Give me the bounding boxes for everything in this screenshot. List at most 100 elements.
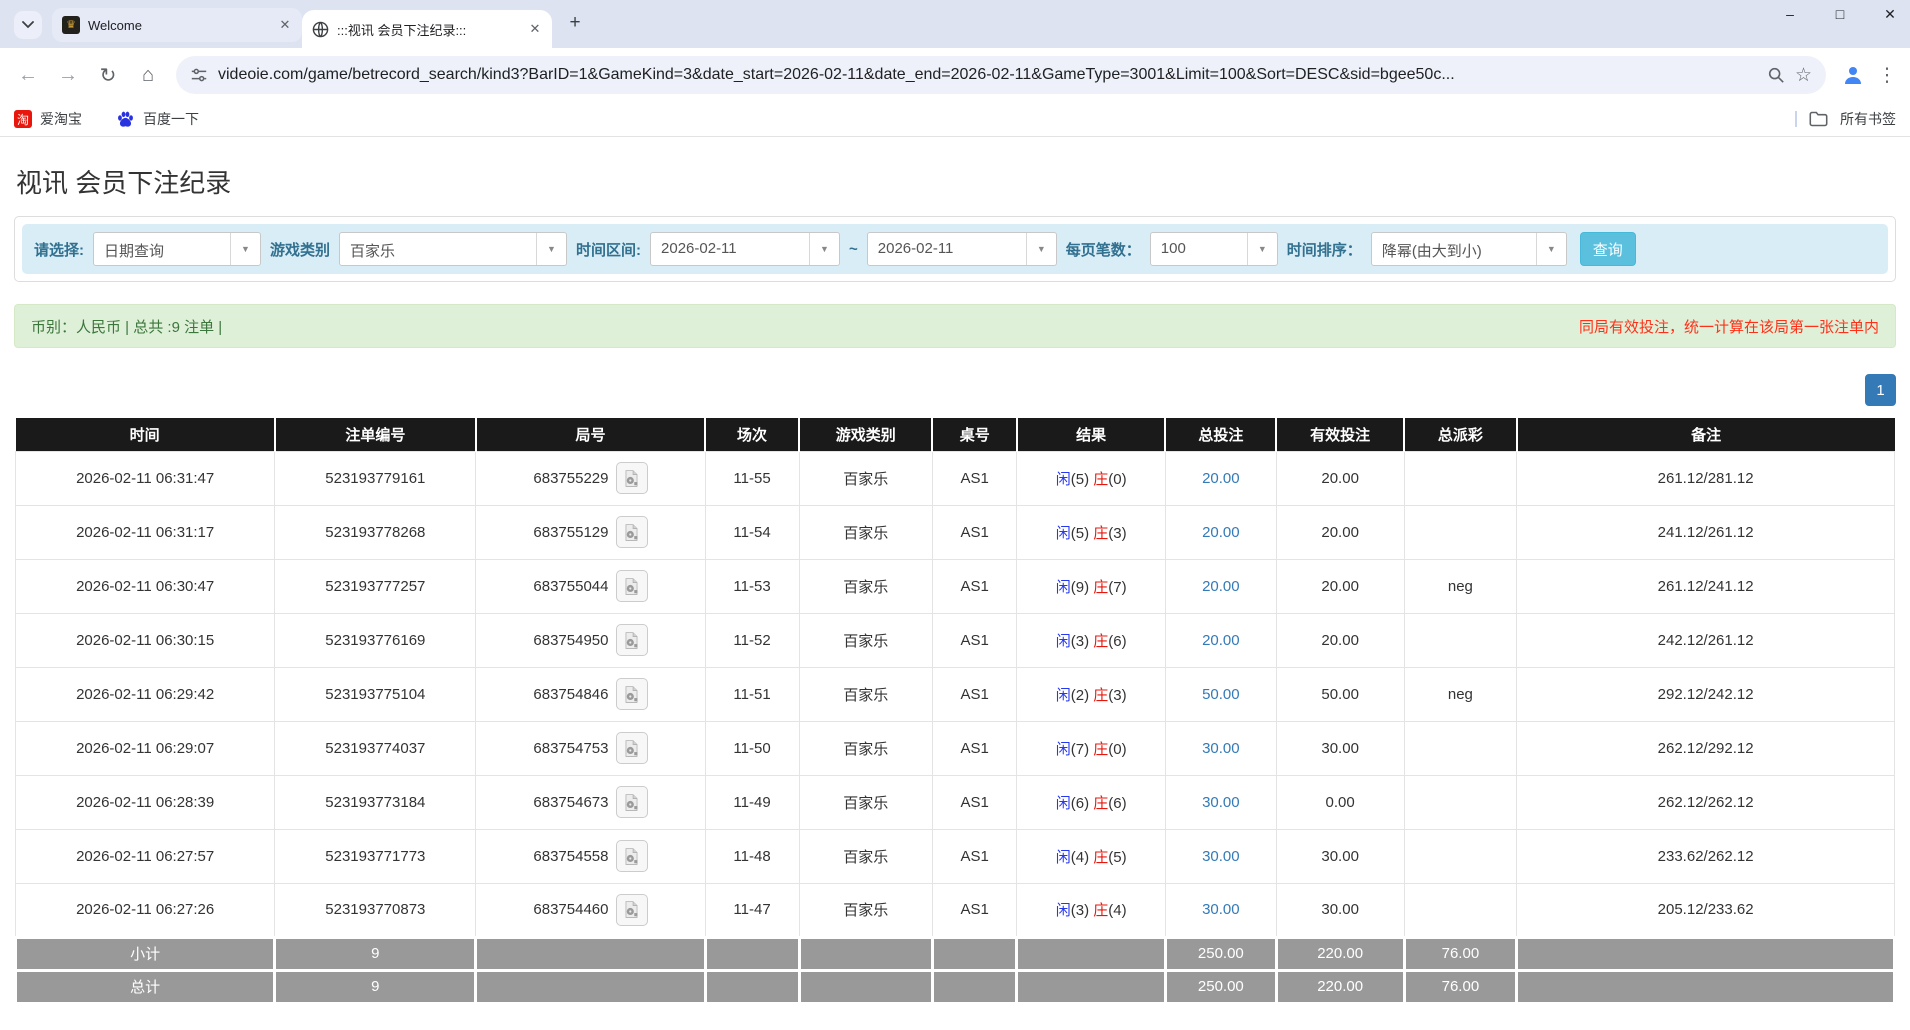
video-replay-button[interactable]	[616, 732, 648, 764]
video-replay-button[interactable]	[616, 570, 648, 602]
total-bet-link[interactable]: 50.00	[1202, 686, 1240, 703]
profile-avatar[interactable]	[1836, 58, 1870, 92]
sort-order-select[interactable]: 降幂(由大到小) ▼	[1371, 232, 1567, 266]
video-replay-button[interactable]	[616, 786, 648, 818]
minimize-button[interactable]: –	[1780, 6, 1800, 23]
total-bet-link[interactable]: 20.00	[1202, 524, 1240, 541]
total-bet-link[interactable]: 30.00	[1202, 901, 1240, 918]
zoom-icon[interactable]	[1767, 66, 1785, 84]
maximize-button[interactable]: □	[1830, 6, 1850, 23]
cell-valid-bet: 20.00	[1276, 505, 1404, 559]
address-bar[interactable]: videoie.com/game/betrecord_search/kind3?…	[176, 56, 1826, 94]
total-bet-link[interactable]: 20.00	[1202, 470, 1240, 487]
sum-total-bet: 250.00	[1165, 937, 1276, 970]
sum-valid-bet: 220.00	[1276, 937, 1404, 970]
round-number: 683754753	[533, 740, 608, 757]
close-window-button[interactable]: ✕	[1880, 6, 1900, 23]
home-button[interactable]: ⌂	[130, 57, 166, 93]
game-category-value: 百家乐	[340, 233, 536, 265]
round-number: 683754950	[533, 632, 608, 649]
date-end-select[interactable]: 2026-02-11 ▼	[867, 232, 1057, 266]
tab-close-icon[interactable]: ✕	[526, 20, 544, 38]
search-button[interactable]: 查询	[1580, 232, 1636, 266]
query-mode-select[interactable]: 日期查询 ▼	[93, 232, 261, 266]
cell-valid-bet: 20.00	[1276, 451, 1404, 505]
bookmarks-bar: 淘 爱淘宝 百度一下 所有书签	[0, 102, 1910, 137]
date-end-value: 2026-02-11	[868, 233, 1026, 265]
cell-total-bet: 20.00	[1165, 505, 1276, 559]
total-bet-link[interactable]: 30.00	[1202, 794, 1240, 811]
bookmark-aitaobao[interactable]: 淘 爱淘宝	[14, 109, 82, 129]
browser-menu-button[interactable]: ⋮	[1874, 64, 1900, 87]
cell-bet-id: 523193776169	[275, 613, 476, 667]
result-banker-label: 庄	[1093, 633, 1108, 650]
total-bet-link[interactable]: 20.00	[1202, 578, 1240, 595]
tab-search-button[interactable]	[14, 11, 42, 39]
game-category-select[interactable]: 百家乐 ▼	[339, 232, 567, 266]
video-replay-button[interactable]	[616, 462, 648, 494]
cell-time: 2026-02-11 06:27:26	[16, 883, 275, 937]
page-1-button[interactable]: 1	[1865, 374, 1896, 406]
reload-button[interactable]: ↻	[90, 57, 126, 93]
date-start-select[interactable]: 2026-02-11 ▼	[650, 232, 840, 266]
date-range-label: 时间区间:	[576, 239, 641, 260]
video-file-icon	[622, 900, 641, 919]
video-file-icon	[622, 847, 641, 866]
video-replay-button[interactable]	[616, 678, 648, 710]
cell-remark: 241.12/261.12	[1517, 505, 1895, 559]
url-text[interactable]: videoie.com/game/betrecord_search/kind3?…	[218, 66, 1757, 84]
cell-table-no: AS1	[932, 667, 1017, 721]
bookmark-star-icon[interactable]: ☆	[1795, 64, 1812, 87]
cell-empty	[476, 970, 705, 1003]
table-row: 2026-02-11 06:30:47523193777257683755044…	[16, 559, 1895, 613]
cell-time: 2026-02-11 06:28:39	[16, 775, 275, 829]
result-banker-value: (3)	[1108, 525, 1126, 542]
tab-title: Welcome	[88, 18, 268, 33]
cell-total-bet: 30.00	[1165, 775, 1276, 829]
result-banker-value: (0)	[1108, 741, 1126, 758]
cell-remark: 262.12/262.12	[1517, 775, 1895, 829]
page-size-select[interactable]: 100 ▼	[1150, 232, 1278, 266]
total-bet-link[interactable]: 20.00	[1202, 632, 1240, 649]
cell-table-no: AS1	[932, 505, 1017, 559]
video-file-icon	[622, 793, 641, 812]
cell-valid-bet: 20.00	[1276, 559, 1404, 613]
cell-remark: 261.12/241.12	[1517, 559, 1895, 613]
tab-title: :::视讯 会员下注纪录:::	[337, 20, 518, 39]
cell-valid-bet: 30.00	[1276, 721, 1404, 775]
column-header: 时间	[16, 418, 275, 451]
bookmark-baidu[interactable]: 百度一下	[116, 109, 199, 129]
cell-time: 2026-02-11 06:29:42	[16, 667, 275, 721]
sum-label: 总计	[16, 970, 275, 1003]
video-replay-button[interactable]	[616, 894, 648, 926]
back-button[interactable]: ←	[10, 57, 46, 93]
round-wrapper: 683754846	[533, 678, 647, 710]
cell-remark: 292.12/242.12	[1517, 667, 1895, 721]
video-replay-button[interactable]	[616, 516, 648, 548]
page-size-label: 每页笔数：	[1066, 239, 1141, 260]
result-banker-value: (6)	[1108, 633, 1126, 650]
tab-bet-records[interactable]: :::视讯 会员下注纪录::: ✕	[302, 10, 552, 48]
cell-table-no: AS1	[932, 829, 1017, 883]
total-row: 总计9250.00220.0076.00	[16, 970, 1895, 1003]
video-replay-button[interactable]	[616, 624, 648, 656]
total-bet-link[interactable]: 30.00	[1202, 848, 1240, 865]
result-player-label: 闲	[1056, 579, 1071, 596]
subtotal-row: 小计9250.00220.0076.00	[16, 937, 1895, 970]
result-banker-value: (6)	[1108, 795, 1126, 812]
tab-welcome[interactable]: ♛ Welcome ✕	[52, 8, 302, 42]
forward-button[interactable]: →	[50, 57, 86, 93]
site-settings-icon[interactable]	[190, 66, 208, 84]
cell-round: 683754753	[476, 721, 705, 775]
all-bookmarks-label[interactable]: 所有书签	[1840, 109, 1896, 129]
new-tab-button[interactable]: +	[562, 10, 588, 36]
cell-time: 2026-02-11 06:27:57	[16, 829, 275, 883]
tab-close-icon[interactable]: ✕	[276, 16, 294, 34]
cell-payout	[1404, 721, 1517, 775]
cell-valid-bet: 50.00	[1276, 667, 1404, 721]
video-replay-button[interactable]	[616, 840, 648, 872]
table-row: 2026-02-11 06:27:57523193771773683754558…	[16, 829, 1895, 883]
result-player-label: 闲	[1056, 525, 1071, 542]
total-bet-link[interactable]: 30.00	[1202, 740, 1240, 757]
column-header: 总派彩	[1404, 418, 1517, 451]
